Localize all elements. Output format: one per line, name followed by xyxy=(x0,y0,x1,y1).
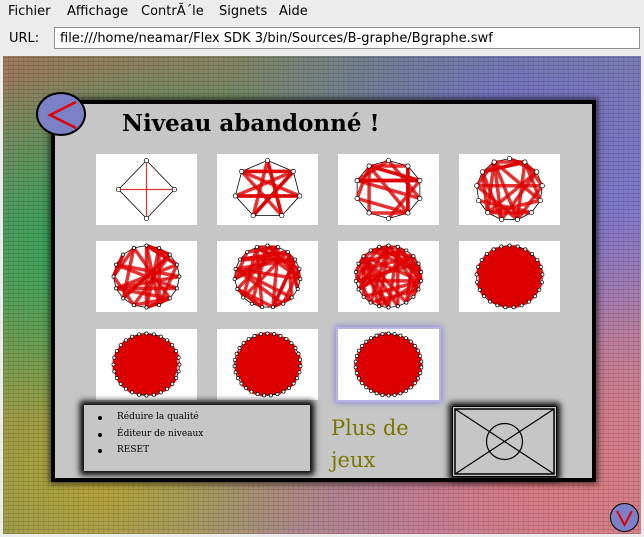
level-thumbnail[interactable] xyxy=(217,154,318,225)
bullet-icon xyxy=(98,432,102,437)
scroll-down-button[interactable] xyxy=(610,503,639,532)
option-reset[interactable]: RESET xyxy=(98,442,203,459)
level-thumbnail[interactable] xyxy=(217,241,318,312)
page-title: Niveau abandonné ! xyxy=(122,110,380,137)
menu-bar: Fichier Affichage ContrÃ´le Signets Aide xyxy=(0,0,644,24)
graph-preview-icon xyxy=(474,243,545,310)
level-thumbnail[interactable] xyxy=(217,329,318,400)
graph-preview-icon xyxy=(115,157,178,222)
graph-preview-icon xyxy=(111,331,182,398)
url-value: file:///home/neamar/Flex SDK 3/bin/Sourc… xyxy=(60,31,493,46)
back-button[interactable] xyxy=(36,92,86,136)
level-thumbnail[interactable] xyxy=(459,154,560,225)
level-thumbnail[interactable] xyxy=(338,329,439,400)
menu-signets[interactable]: Signets xyxy=(219,4,267,19)
level-thumbnail[interactable] xyxy=(96,241,197,312)
contact-button[interactable] xyxy=(452,406,557,477)
option-reset-label: RESET xyxy=(117,445,150,455)
menu-aide[interactable]: Aide xyxy=(279,4,308,19)
menu-fichier[interactable]: Fichier xyxy=(8,4,51,19)
chevron-down-icon xyxy=(616,510,633,528)
envelope-icon xyxy=(454,408,555,475)
menu-controle[interactable]: ContrÃ´le xyxy=(141,4,204,19)
flash-stage: Niveau abandonné ! Réduire la qualité Éd… xyxy=(3,56,641,534)
option-editor-label: Éditeur de niveaux xyxy=(117,428,204,439)
menu-affichage[interactable]: Affichage xyxy=(67,4,128,19)
graph-preview-icon xyxy=(232,243,303,310)
option-quality-label: Réduire la qualité xyxy=(117,412,199,422)
graph-preview-icon xyxy=(353,243,424,310)
url-label: URL: xyxy=(9,31,40,46)
level-thumbnail[interactable] xyxy=(96,154,197,225)
graph-preview-icon xyxy=(232,157,303,219)
bullet-icon xyxy=(98,416,102,420)
option-editor[interactable]: Éditeur de niveaux xyxy=(98,426,203,443)
graph-preview-icon xyxy=(232,331,303,398)
level-thumbnail[interactable] xyxy=(338,154,439,225)
graph-preview-icon xyxy=(474,155,545,223)
bullet-icon xyxy=(98,449,102,453)
graph-preview-icon xyxy=(354,157,423,222)
more-games-link[interactable]: Plus de jeux xyxy=(331,412,431,476)
option-quality[interactable]: Réduire la qualité xyxy=(98,409,203,426)
graph-preview-icon xyxy=(111,243,182,310)
url-input[interactable]: file:///home/neamar/Flex SDK 3/bin/Sourc… xyxy=(54,27,640,49)
graph-preview-icon xyxy=(353,331,424,398)
url-bar: URL: file:///home/neamar/Flex SDK 3/bin/… xyxy=(0,24,644,54)
back-arrow-icon xyxy=(47,100,77,130)
level-thumbnail[interactable] xyxy=(96,329,197,400)
options-box: Réduire la qualité Éditeur de niveaux RE… xyxy=(84,405,310,471)
level-thumbnail[interactable] xyxy=(459,241,560,312)
level-thumbnail[interactable] xyxy=(338,241,439,312)
